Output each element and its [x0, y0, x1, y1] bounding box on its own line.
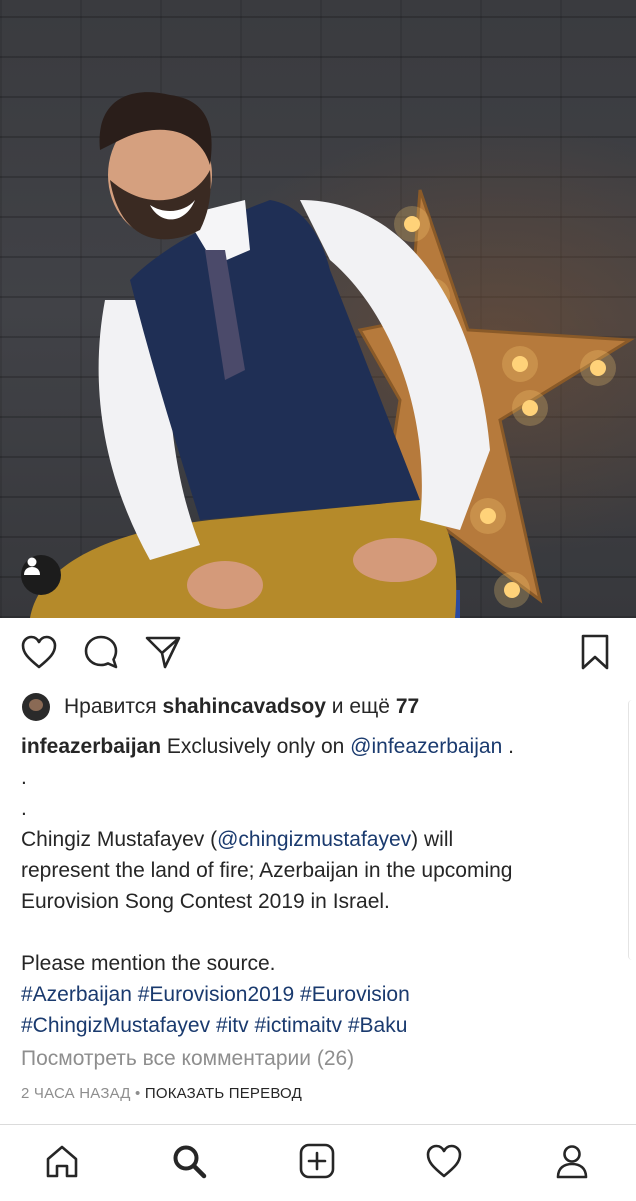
likes-prefix: Нравится	[64, 695, 157, 718]
caption-punct: .	[508, 735, 514, 758]
post-actions	[0, 630, 636, 678]
comment-icon[interactable]	[79, 630, 123, 674]
likes-count[interactable]: 77	[396, 695, 419, 719]
bookmark-icon[interactable]	[573, 630, 617, 674]
footer-separator: •	[135, 1085, 141, 1102]
caption-mention[interactable]: @chingizmustafayev	[217, 828, 411, 851]
caption-text: ) will	[411, 828, 454, 851]
caption-dot: .	[21, 766, 27, 789]
view-comments-link[interactable]: Посмотреть все комментарии (26)	[21, 1043, 601, 1074]
caption-mention[interactable]: @infeazerbaijan	[350, 735, 502, 758]
caption-text: represent the land of fire; Azerbaijan i…	[21, 859, 513, 882]
post-footer: 2 ЧАСА НАЗАД • ПОКАЗАТЬ ПЕРЕВОД	[21, 1085, 302, 1102]
share-icon[interactable]	[141, 630, 185, 674]
caption-dot: .	[21, 797, 27, 820]
caption-text: Chingiz Mustafayev (	[21, 828, 218, 851]
scroll-edge	[628, 700, 636, 960]
show-translation-link[interactable]: ПОКАЗАТЬ ПЕРЕВОД	[145, 1085, 302, 1102]
liker-username[interactable]: shahincavadsoy	[163, 695, 326, 719]
hashtag[interactable]: #Baku	[348, 1014, 408, 1037]
activity-icon[interactable]	[422, 1139, 466, 1183]
likes-row[interactable]: Нравится shahincavadsoy и ещё 77	[22, 692, 419, 722]
caption-text: Exclusively only on	[166, 735, 345, 758]
hashtag[interactable]: #Azerbaijan	[21, 983, 132, 1006]
profile-icon[interactable]	[550, 1139, 594, 1183]
hashtag[interactable]: #ChingizMustafayev	[21, 1014, 210, 1037]
hashtag[interactable]: #Eurovision2019	[138, 983, 294, 1006]
post-caption: infeazerbaijan Exclusively only on @infe…	[21, 731, 601, 1074]
post-timestamp: 2 ЧАСА НАЗАД	[21, 1085, 131, 1102]
caption-text: Eurovision Song Contest 2019 in Israel.	[21, 890, 390, 913]
hashtag[interactable]: #ictimaitv	[254, 1014, 342, 1037]
bottom-tab-bar	[0, 1124, 636, 1201]
caption-blank	[21, 917, 601, 948]
search-icon[interactable]	[167, 1139, 211, 1183]
likes-connector: и ещё	[331, 695, 390, 718]
post-photo[interactable]	[0, 0, 636, 618]
post-image-illustration	[30, 92, 635, 618]
caption-text: Please mention the source.	[21, 952, 276, 975]
liker-avatar[interactable]	[22, 693, 50, 721]
hashtag[interactable]: #Eurovision	[300, 983, 410, 1006]
hashtag[interactable]: #itv	[216, 1014, 249, 1037]
user-tag-icon[interactable]	[21, 555, 61, 595]
heart-icon[interactable]	[17, 630, 61, 674]
home-icon[interactable]	[40, 1139, 84, 1183]
add-icon[interactable]	[295, 1139, 339, 1183]
caption-author[interactable]: infeazerbaijan	[21, 735, 161, 758]
